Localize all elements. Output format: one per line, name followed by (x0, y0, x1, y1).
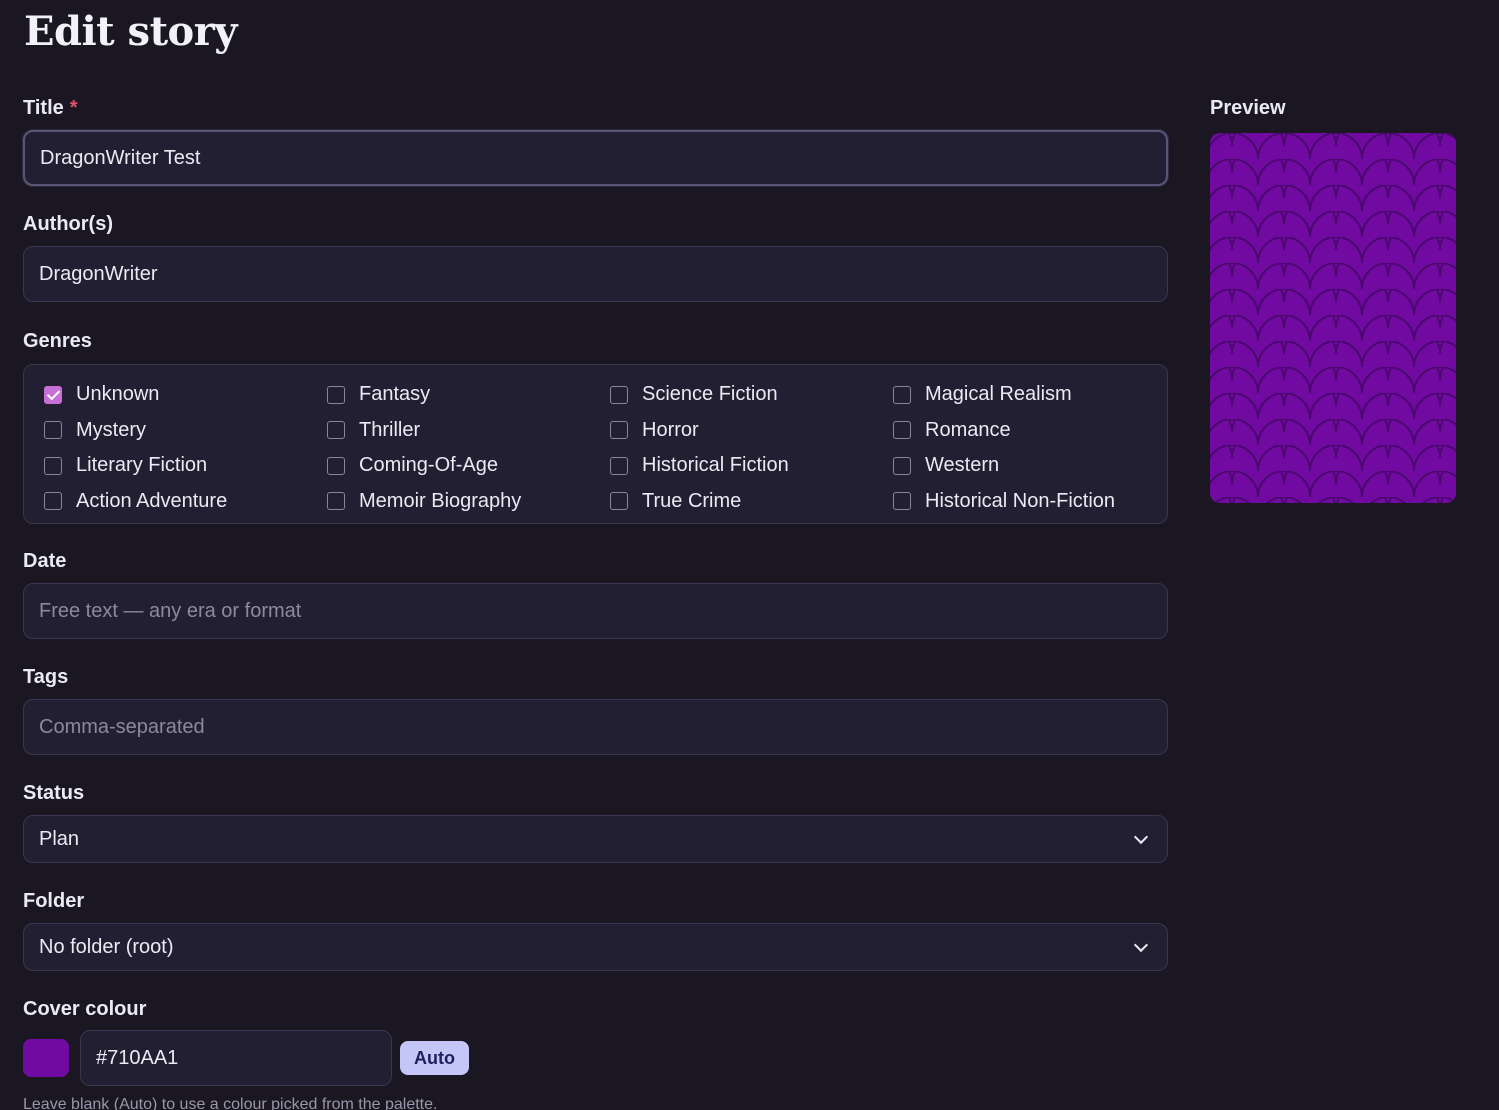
cover-colour-group: Cover colour Auto Leave blank (Auto) to … (23, 997, 1168, 1110)
genre-label: Coming-Of-Age (359, 454, 498, 477)
genre-label: Literary Fiction (76, 454, 208, 477)
genre-checkbox[interactable] (327, 492, 345, 511)
genre-checkbox[interactable] (44, 492, 62, 511)
genre-label: Mystery (76, 418, 146, 441)
date-group: Date (23, 549, 1168, 665)
genre-label: Horror (642, 418, 699, 441)
genre-label: Action Adventure (76, 489, 228, 512)
genre-option[interactable]: Magical Realism (893, 377, 1169, 413)
title-input[interactable] (23, 130, 1168, 186)
genre-label: Fantasy (359, 383, 431, 406)
date-label: Date (23, 550, 67, 572)
folder-selected-value: No folder (root) (39, 935, 174, 958)
folder-group: Folder No folder (root) (23, 889, 1168, 997)
required-mark: * (69, 97, 78, 119)
cover-colour-hex-input[interactable] (80, 1030, 392, 1086)
authors-label: Author(s) (23, 213, 113, 235)
tags-group: Tags (23, 665, 1168, 781)
genre-label: Unknown (76, 383, 160, 406)
chevron-down-icon (1133, 829, 1149, 845)
title-label-text: Title (23, 97, 64, 119)
colour-swatch[interactable] (23, 1039, 69, 1077)
story-form: Title* Author(s) Genres Unknown Fantasy Sc… (23, 96, 1168, 1110)
folder-select[interactable]: No folder (root) (23, 923, 1168, 971)
genre-checkbox[interactable] (327, 456, 345, 475)
cover-colour-hint: Leave blank (Auto) to use a colour picke… (23, 1096, 438, 1110)
chevron-down-icon (1133, 937, 1149, 953)
auto-colour-button[interactable]: Auto (400, 1041, 469, 1075)
authors-group: Author(s) (23, 212, 1168, 329)
folder-label: Folder (23, 890, 85, 912)
genre-option[interactable]: Romance (893, 413, 1169, 449)
genre-checkbox[interactable] (893, 492, 911, 511)
page-title: Edit story (24, 8, 238, 55)
tags-input[interactable] (23, 699, 1168, 755)
genre-checkbox[interactable] (610, 421, 628, 440)
status-label: Status (23, 782, 85, 804)
genre-checkbox[interactable] (44, 421, 62, 440)
genre-label: Thriller (359, 418, 421, 441)
genre-option[interactable]: Literary Fiction (44, 448, 327, 484)
title-group: Title * (23, 96, 1168, 212)
genre-checkbox[interactable] (610, 456, 628, 475)
genre-option[interactable]: Mystery (44, 413, 327, 449)
status-select[interactable]: Plan (23, 815, 1168, 863)
tags-label: Tags (23, 666, 69, 688)
genre-checkbox[interactable] (893, 385, 911, 404)
status-group: Status Plan (23, 781, 1168, 889)
genre-checkbox[interactable] (327, 421, 345, 440)
genre-label: Historical Fiction (642, 454, 789, 477)
dragon-scale-pattern (1210, 133, 1456, 503)
genre-checkbox[interactable] (893, 456, 911, 475)
genre-option[interactable]: True Crime (610, 484, 893, 520)
genre-option[interactable]: Historical Fiction (610, 448, 893, 484)
genre-option[interactable]: Historical Non-Fiction (893, 484, 1169, 520)
genre-checkbox[interactable] (327, 385, 345, 404)
genre-label: Western (925, 454, 1000, 477)
cover-colour-row: Auto (23, 1030, 1168, 1086)
genre-option[interactable]: Unknown (44, 377, 327, 413)
genre-option[interactable]: Science Fiction (610, 377, 893, 413)
date-input[interactable] (23, 583, 1168, 639)
genre-label: Magical Realism (925, 383, 1072, 406)
genre-checkbox[interactable] (610, 492, 628, 511)
genre-checkbox[interactable] (44, 456, 62, 475)
authors-input[interactable] (23, 246, 1168, 302)
genre-label: True Crime (642, 489, 742, 512)
genre-option[interactable]: Memoir Biography (327, 484, 610, 520)
title-label: Title * (23, 96, 1168, 120)
genres-label: Genres (23, 330, 92, 352)
genre-label: Science Fiction (642, 383, 778, 406)
preview-label: Preview (1210, 97, 1286, 119)
genre-label: Romance (925, 418, 1011, 441)
genres-checkbox-grid: Unknown Fantasy Science Fiction Magical Rea… (23, 364, 1168, 524)
genre-checkbox[interactable] (610, 385, 628, 404)
genre-option[interactable]: Thriller (327, 413, 610, 449)
cover-colour-label: Cover colour (23, 998, 147, 1020)
genre-option[interactable]: Fantasy (327, 377, 610, 413)
genre-label: Historical Non-Fiction (925, 489, 1116, 512)
genre-option[interactable]: Action Adventure (44, 484, 327, 520)
genre-label: Memoir Biography (359, 489, 522, 512)
cover-preview (1210, 133, 1456, 503)
edit-story-page: Edit story Title* Author(s) Genres Unkno… (0, 0, 1499, 1110)
status-selected-value: Plan (39, 827, 80, 850)
genre-checkbox[interactable] (44, 385, 62, 404)
genre-checkbox[interactable] (893, 421, 911, 440)
genre-option[interactable]: Horror (610, 413, 893, 449)
genre-option[interactable]: Coming-Of-Age (327, 448, 610, 484)
genre-option[interactable]: Western (893, 448, 1169, 484)
genres-group: Genres Unknown Fantasy Science Fiction Magi… (23, 329, 1168, 549)
